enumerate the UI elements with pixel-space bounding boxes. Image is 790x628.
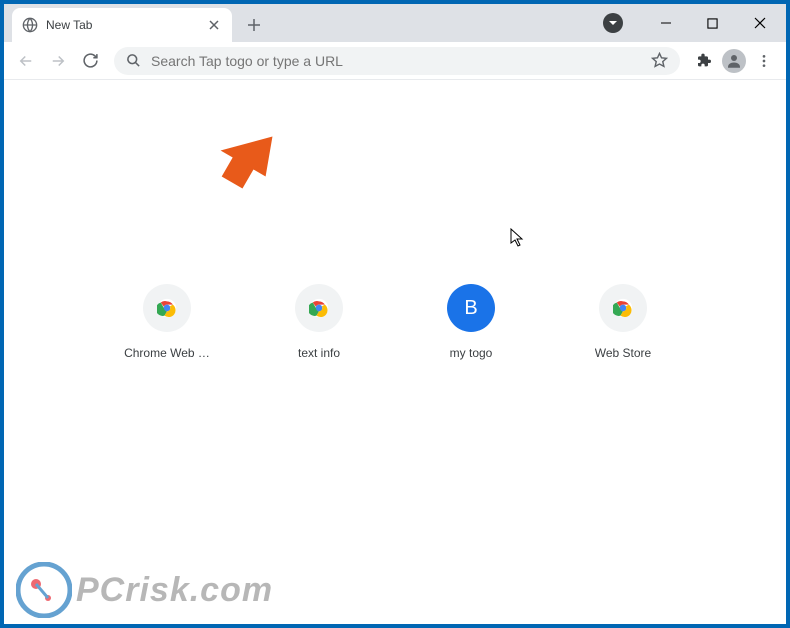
new-tab-button[interactable] bbox=[240, 11, 268, 39]
chrome-icon bbox=[613, 298, 633, 318]
reload-button[interactable] bbox=[76, 47, 104, 75]
shortcut-icon bbox=[295, 284, 343, 332]
profile-avatar-icon[interactable] bbox=[722, 49, 746, 73]
toolbar bbox=[4, 42, 786, 80]
window-controls bbox=[603, 4, 786, 42]
search-icon bbox=[126, 53, 141, 68]
shortcut-label: Chrome Web … bbox=[124, 346, 210, 360]
shortcut-text-info[interactable]: text info bbox=[279, 284, 359, 360]
omnibox-input[interactable] bbox=[151, 53, 651, 69]
minimize-button[interactable] bbox=[643, 7, 688, 39]
shortcut-chrome-web[interactable]: Chrome Web … bbox=[127, 284, 207, 360]
address-bar[interactable] bbox=[114, 47, 680, 75]
shortcuts-row: Chrome Web … text info B my togo Web Sto… bbox=[127, 284, 663, 360]
extensions-icon[interactable] bbox=[696, 53, 712, 69]
shortcut-my-togo[interactable]: B my togo bbox=[431, 284, 511, 360]
shortcut-icon bbox=[599, 284, 647, 332]
maximize-button[interactable] bbox=[690, 7, 735, 39]
extension-badge-icon[interactable] bbox=[603, 13, 623, 33]
shortcut-label: Web Store bbox=[595, 346, 651, 360]
toolbar-right bbox=[690, 49, 778, 73]
globe-icon bbox=[22, 17, 38, 33]
menu-button[interactable] bbox=[756, 53, 772, 69]
browser-tab[interactable]: New Tab bbox=[12, 8, 232, 42]
shortcut-label: text info bbox=[298, 346, 340, 360]
shortcut-web-store[interactable]: Web Store bbox=[583, 284, 663, 360]
annotation-arrow-icon bbox=[216, 128, 288, 200]
new-tab-content: Chrome Web … text info B my togo Web Sto… bbox=[4, 80, 786, 624]
shortcut-icon bbox=[143, 284, 191, 332]
shortcut-letter-icon: B bbox=[447, 284, 495, 332]
close-window-button[interactable] bbox=[737, 7, 782, 39]
mouse-cursor-icon bbox=[510, 228, 526, 248]
tab-title: New Tab bbox=[46, 18, 206, 32]
watermark-text: PCrisk.com bbox=[76, 571, 273, 610]
watermark-logo-icon bbox=[16, 562, 72, 618]
browser-window: New Tab bbox=[4, 4, 786, 624]
back-button[interactable] bbox=[12, 47, 40, 75]
watermark: PCrisk.com bbox=[16, 562, 273, 618]
bookmark-star-icon[interactable] bbox=[651, 52, 668, 69]
chrome-icon bbox=[157, 298, 177, 318]
titlebar: New Tab bbox=[4, 4, 786, 42]
forward-button[interactable] bbox=[44, 47, 72, 75]
shortcut-label: my togo bbox=[450, 346, 493, 360]
chrome-icon bbox=[309, 298, 329, 318]
close-tab-button[interactable] bbox=[206, 17, 222, 33]
